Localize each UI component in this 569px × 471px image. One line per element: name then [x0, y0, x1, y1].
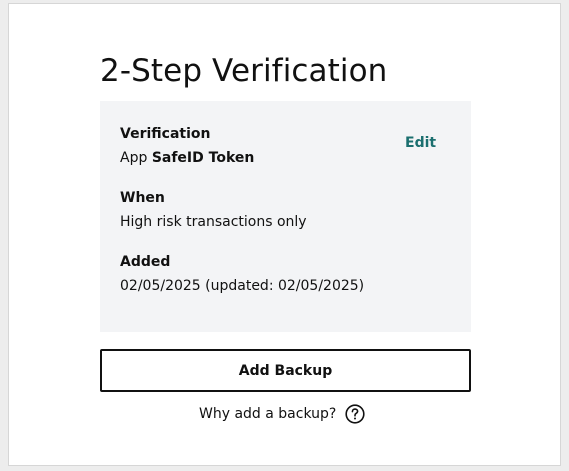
verification-value: App SafeID Token — [120, 150, 254, 166]
why-add-backup-text: Why add a backup? — [199, 406, 337, 422]
added-label: Added — [120, 254, 171, 270]
verification-label: Verification — [120, 126, 211, 142]
when-value: High risk transactions only — [120, 214, 307, 230]
when-label: When — [120, 190, 165, 206]
add-backup-button[interactable]: Add Backup — [100, 349, 471, 392]
verification-card: 2-Step Verification Verification App Saf… — [8, 3, 561, 466]
details-panel: Verification App SafeID Token Edit When … — [100, 101, 471, 332]
backup-help: Why add a backup? — [199, 404, 365, 424]
verification-method-name: SafeID Token — [151, 150, 255, 166]
question-circle-icon[interactable] — [345, 404, 365, 424]
verification-method-prefix: App — [120, 150, 148, 166]
added-value: 02/05/2025 (updated: 02/05/2025) — [120, 278, 365, 294]
page-title: 2-Step Verification — [100, 53, 388, 89]
edit-link[interactable]: Edit — [405, 135, 436, 151]
